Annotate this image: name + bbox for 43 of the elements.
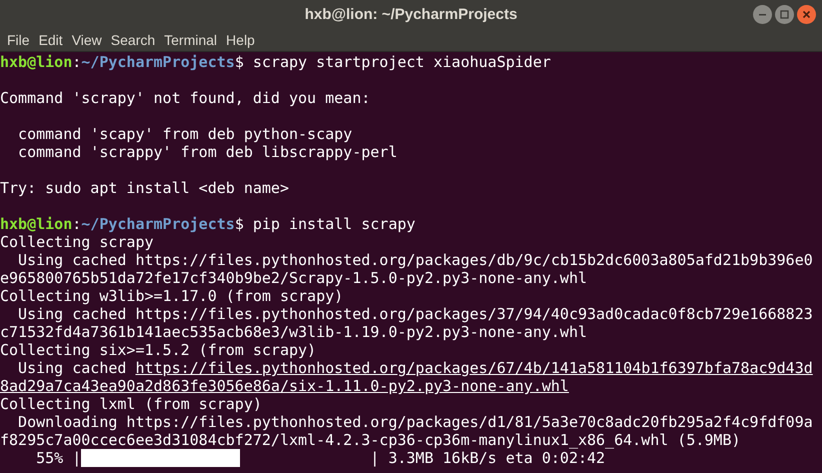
close-button[interactable] bbox=[797, 5, 816, 24]
prompt-path: ~/PycharmProjects bbox=[81, 215, 235, 233]
output-line: Command 'scrapy' not found, did you mean: bbox=[0, 89, 370, 107]
output-line: Collecting scrapy bbox=[0, 233, 154, 251]
output-line: Using cached https://files.pythonhosted.org/packages/37/94/40c93ad0cadac0f8cb729e1668823 bbox=[17, 305, 813, 323]
prompt-separator: : bbox=[72, 215, 82, 233]
link[interactable]: 8ad29a7ca43ea90a2d863fe3056e86a/six-1.11.0-py2.py3-none-any.whl bbox=[0, 377, 569, 395]
menu-item[interactable]: File bbox=[3, 30, 34, 51]
menu-item[interactable]: Edit bbox=[34, 30, 67, 51]
menu-item[interactable]: Search bbox=[106, 30, 160, 51]
progress-stats: 3.3MB 16kB/s eta 0:02:42 bbox=[387, 449, 606, 467]
output-line: command 'scapy' from deb python-scapy bbox=[17, 125, 352, 143]
prompt-path: ~/PycharmProjects bbox=[81, 53, 235, 71]
output-line: Collecting six>=1.5.2 (from scrapy) bbox=[0, 341, 316, 359]
output-line: Using cached https://files.pythonhosted.org/packages/db/9c/cb15b2dc6003a805afd21b9b396e0 bbox=[17, 251, 813, 269]
window-title: hxb@lion: ~/PycharmProjects bbox=[304, 4, 518, 25]
output-line: Collecting w3lib>=1.17.0 (from scrapy) bbox=[0, 287, 344, 305]
menu-item[interactable]: View bbox=[68, 30, 106, 51]
prompt-user: hxb@lion bbox=[0, 215, 72, 233]
prompt-separator: : bbox=[72, 53, 82, 71]
menu-item[interactable]: Help bbox=[222, 30, 259, 51]
command-text: pip install scrapy bbox=[252, 215, 416, 233]
close-icon bbox=[802, 10, 811, 19]
menu-item[interactable]: Terminal bbox=[160, 30, 222, 51]
output-line: c71532fd4a7361b141aec535acb68e3/w3lib-1.19.0-py2.py3-none-any.whl bbox=[0, 323, 587, 341]
maximize-button[interactable] bbox=[775, 5, 794, 24]
prompt-user: hxb@lion bbox=[0, 53, 72, 71]
link[interactable]: https://files.pythonhosted.org/packages/67/4b/141a581104b1f6397bfa78ac9d43d bbox=[135, 359, 813, 377]
output-line: Try: sudo apt install <deb name> bbox=[0, 179, 289, 197]
output-line: e965800765b51da72fe17cf340b9be2/Scrapy-1.5.0-py2.py3-none-any.whl bbox=[0, 269, 587, 287]
minimize-button[interactable] bbox=[753, 5, 772, 24]
output-line: f8295c7a00ccec6ee3d31084cbf272/lxml-4.2.3-cp36-cp36m-manylinux1_x86_64.whl (5.9MB) bbox=[0, 431, 741, 449]
progress-bracket: | bbox=[71, 449, 82, 467]
progress-percent: 55% bbox=[35, 449, 64, 467]
prompt-symbol: $ bbox=[234, 53, 244, 71]
output-line: Collecting lxml (from scrapy) bbox=[0, 395, 262, 413]
maximize-icon bbox=[780, 10, 789, 19]
command-text: scrapy startproject xiaohuaSpider bbox=[252, 53, 551, 71]
progress-bracket: | bbox=[370, 449, 380, 467]
output-line: Downloading https://files.pythonhosted.org/packages/d1/81/5a3e70c8adc20fb295a2f4c9fdf09a bbox=[17, 413, 813, 431]
output-line: command 'scrappy' from deb libscrappy-perl bbox=[17, 143, 398, 161]
output-line: Using cached bbox=[17, 359, 128, 377]
prompt-symbol: $ bbox=[234, 215, 244, 233]
